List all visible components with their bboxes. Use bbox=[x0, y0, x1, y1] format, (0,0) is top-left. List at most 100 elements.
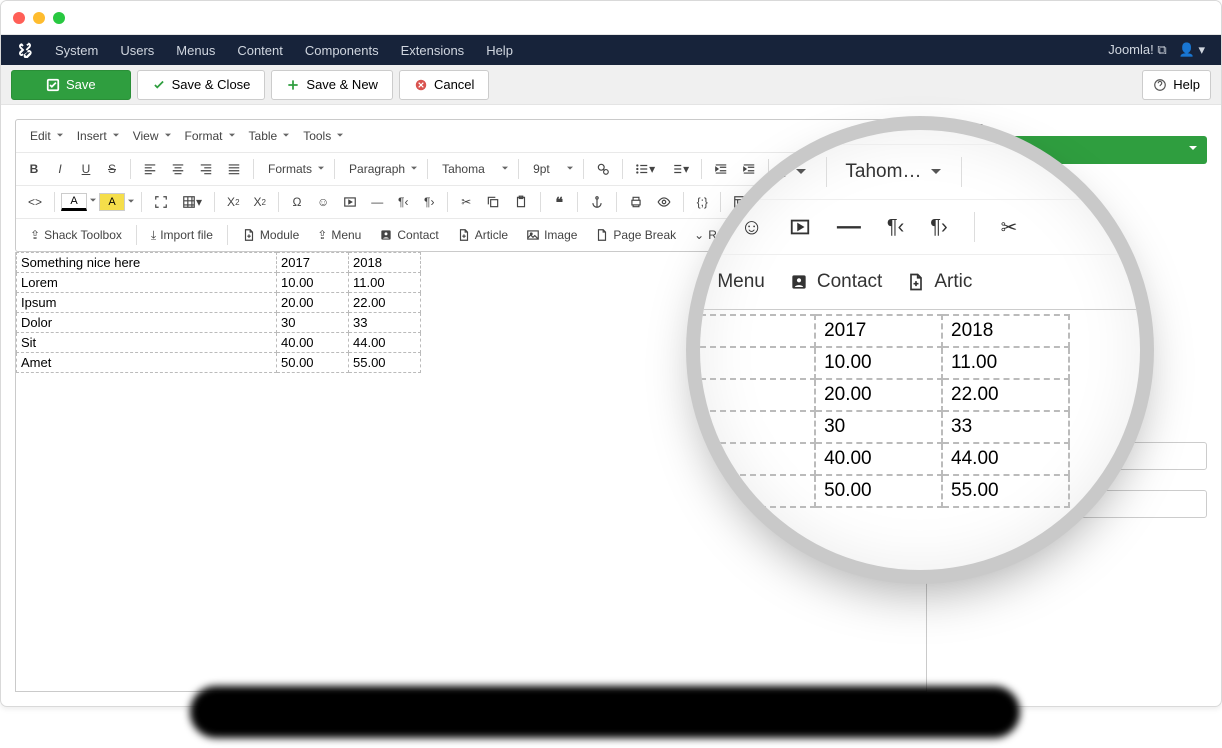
lens-contact-button: Contact bbox=[789, 271, 882, 293]
fontsize-select[interactable]: 9pt bbox=[525, 157, 577, 181]
lens-article-button: Artic bbox=[906, 271, 972, 293]
media-button[interactable] bbox=[337, 190, 363, 214]
emoji-button[interactable]: ☺ bbox=[311, 190, 335, 214]
action-bar: Save Save & Close Save & New Cancel Help bbox=[1, 65, 1221, 105]
align-right-button[interactable] bbox=[193, 157, 219, 181]
bold-button[interactable]: B bbox=[22, 157, 46, 181]
joomla-logo-icon[interactable] bbox=[17, 42, 33, 58]
table-row: Lorem10.0011.00 bbox=[17, 273, 421, 293]
content-table[interactable]: Something nice here20172018 Lorem10.0011… bbox=[16, 252, 421, 373]
shadow-decoration bbox=[190, 686, 1020, 738]
tools-menu[interactable]: Tools bbox=[295, 124, 347, 148]
block-select[interactable]: Paragraph bbox=[341, 157, 421, 181]
site-name-link[interactable]: Joomla! ⧉ bbox=[1108, 42, 1166, 58]
cut-button[interactable]: ✂ bbox=[454, 190, 478, 214]
strikethrough-button[interactable]: S bbox=[100, 157, 124, 181]
menu-components[interactable]: Components bbox=[305, 43, 379, 58]
table-menu[interactable]: Table bbox=[241, 124, 294, 148]
share-icon: ⇪ bbox=[317, 228, 327, 242]
file-plus-icon bbox=[595, 228, 609, 242]
lens-hr-icon: — bbox=[837, 213, 861, 241]
check-icon bbox=[46, 78, 60, 92]
hr-button[interactable]: — bbox=[365, 190, 389, 214]
table-row: Something nice here20172018 bbox=[17, 253, 421, 273]
lens-paragraph-select: Paragraph bbox=[700, 161, 808, 183]
find-replace-button[interactable] bbox=[590, 157, 616, 181]
help-button[interactable]: Help bbox=[1142, 70, 1211, 100]
contact-icon bbox=[379, 228, 393, 242]
menu-system[interactable]: System bbox=[55, 43, 98, 58]
lens-tools-menu: Tools bbox=[754, 130, 820, 132]
help-icon bbox=[1153, 78, 1167, 92]
cancel-button[interactable]: Cancel bbox=[399, 70, 489, 100]
save-button[interactable]: Save bbox=[11, 70, 131, 100]
lens-ltr-icon: ¶‹ bbox=[887, 216, 904, 239]
table-button[interactable]: ▾ bbox=[176, 190, 208, 214]
lens-cut-icon: ✂ bbox=[1001, 215, 1018, 240]
formats-select[interactable]: Formats bbox=[260, 157, 328, 181]
number-list-button[interactable]: ▾ bbox=[663, 157, 695, 181]
print-button[interactable] bbox=[623, 190, 649, 214]
edit-menu[interactable]: Edit bbox=[22, 124, 67, 148]
ltr-button[interactable]: ¶‹ bbox=[391, 190, 415, 214]
align-justify-button[interactable] bbox=[221, 157, 247, 181]
import-file-button[interactable]: ⤓Import file bbox=[143, 223, 221, 247]
admin-top-menu: System Users Menus Content Components Ex… bbox=[1, 35, 1221, 65]
superscript-button[interactable]: X2 bbox=[248, 190, 272, 214]
file-plus-icon bbox=[457, 228, 471, 242]
subscript-button[interactable]: X2 bbox=[221, 190, 245, 214]
user-menu-icon[interactable]: 👤 ▾ bbox=[1179, 42, 1205, 58]
insert-menu[interactable]: Insert bbox=[69, 124, 123, 148]
format-menu[interactable]: Format bbox=[177, 124, 239, 148]
font-select[interactable]: Tahoma bbox=[434, 157, 512, 181]
text-color-button[interactable]: A bbox=[61, 193, 87, 211]
shack-toolbox-button[interactable]: ⇪Shack Toolbox bbox=[22, 223, 130, 247]
image-icon bbox=[526, 228, 540, 242]
view-menu[interactable]: View bbox=[125, 124, 175, 148]
paste-button[interactable] bbox=[508, 190, 534, 214]
lens-rtl-icon: ¶› bbox=[930, 216, 947, 239]
pagebreak-button[interactable]: Page Break bbox=[587, 223, 684, 247]
lens-media-icon bbox=[789, 216, 811, 238]
contact-button[interactable]: Contact bbox=[371, 223, 446, 247]
maximize-window-button[interactable] bbox=[53, 12, 65, 24]
magnifier-lens: …ole Tools Formats Paragraph Tahom… X2 X… bbox=[700, 130, 1140, 570]
menu-button[interactable]: ⇪Menu bbox=[309, 223, 369, 247]
underline-button[interactable]: U bbox=[74, 157, 98, 181]
bullet-list-button[interactable]: ▾ bbox=[629, 157, 661, 181]
menu-users[interactable]: Users bbox=[120, 43, 154, 58]
italic-button[interactable]: I bbox=[48, 157, 72, 181]
special-char-button[interactable]: Ω bbox=[285, 190, 309, 214]
source-code-button[interactable]: <> bbox=[22, 190, 48, 214]
menu-extensions[interactable]: Extensions bbox=[401, 43, 465, 58]
lens-emoji-icon: ☺ bbox=[740, 214, 762, 240]
minimize-window-button[interactable] bbox=[33, 12, 45, 24]
menu-help[interactable]: Help bbox=[486, 43, 513, 58]
article-button[interactable]: Article bbox=[449, 223, 516, 247]
image-button[interactable]: Image bbox=[518, 223, 585, 247]
module-button[interactable]: Module bbox=[234, 223, 307, 247]
align-left-button[interactable] bbox=[137, 157, 163, 181]
save-close-button[interactable]: Save & Close bbox=[137, 70, 266, 100]
save-new-button[interactable]: Save & New bbox=[271, 70, 393, 100]
align-center-button[interactable] bbox=[165, 157, 191, 181]
lens-content-table: 20172018 10.0011.00 20.0022.00 3033 40.0… bbox=[700, 314, 1070, 508]
rtl-button[interactable]: ¶› bbox=[417, 190, 441, 214]
anchor-button[interactable] bbox=[584, 190, 610, 214]
blockquote-button[interactable]: ❝ bbox=[547, 190, 571, 214]
menu-content[interactable]: Content bbox=[237, 43, 283, 58]
lens-omega-icon: Ω bbox=[700, 214, 714, 240]
fullscreen-button[interactable] bbox=[148, 190, 174, 214]
check-icon bbox=[152, 78, 166, 92]
copy-button[interactable] bbox=[480, 190, 506, 214]
mac-titlebar bbox=[1, 1, 1221, 35]
lens-font-select: Tahom… bbox=[845, 161, 943, 183]
import-icon: ⤓ bbox=[151, 228, 156, 243]
menu-menus[interactable]: Menus bbox=[176, 43, 215, 58]
lens-table-menu: …ole bbox=[700, 130, 736, 132]
close-window-button[interactable] bbox=[13, 12, 25, 24]
plus-icon bbox=[286, 78, 300, 92]
table-row: Amet50.0055.00 bbox=[17, 353, 421, 373]
preview-button[interactable] bbox=[651, 190, 677, 214]
bg-color-button[interactable]: A bbox=[99, 193, 125, 211]
